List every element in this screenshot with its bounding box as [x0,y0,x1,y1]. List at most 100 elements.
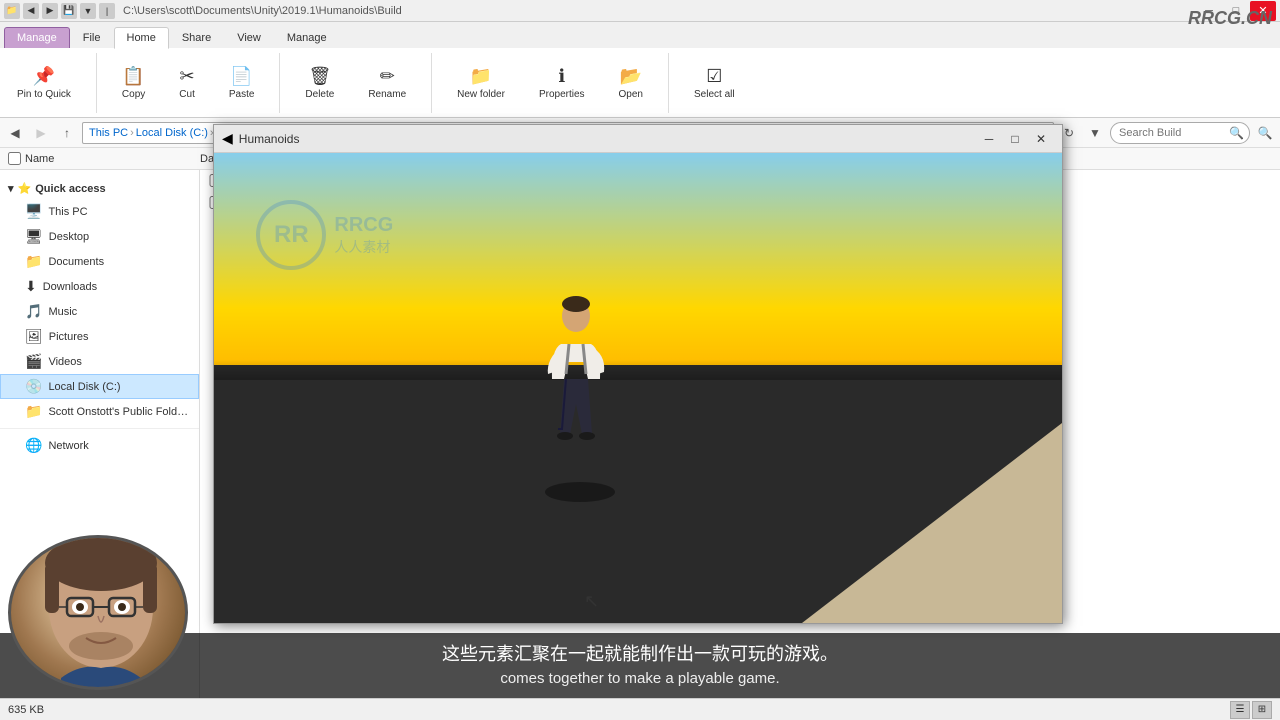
thispc-label: This PC [48,206,87,218]
window-icon: 📁 [4,3,20,19]
select-icon: ☑ [706,66,722,87]
sidebar-item-desktop[interactable]: 🖥 Desktop [0,224,199,249]
refresh-dropdown[interactable]: ▼ [1084,122,1106,144]
search-btn[interactable]: 🔍 [1254,122,1276,144]
game-close-button[interactable]: ✕ [1028,129,1054,149]
music-icon: 🎵 [25,303,42,320]
watermark: RR RRCG 人人素材 [256,200,393,270]
ribbon-copy-btn[interactable]: 📋 Copy [113,61,154,105]
localdisk-icon: 💿 [25,378,42,395]
ribbon-pin-btn[interactable]: 📌 Pin to Quick [8,61,80,105]
videos-label: Videos [48,356,81,368]
scott-public-label: Scott Onstott's Public Folder (... [48,406,188,418]
watermark-rrcg: RRCG [334,214,393,237]
webcam-overlay [8,535,188,690]
pictures-label: Pictures [49,331,89,343]
quick-access-header[interactable]: ▾ ⭐ Quick access [0,178,199,199]
subtitle-en: comes together to make a playable game. [20,668,1260,691]
subtitle-bar: 这些元素汇聚在一起就能制作出一款可玩的游戏。 comes together to… [0,633,1280,699]
newfolder-label: New folder [457,89,505,100]
documents-icon: 📁 [25,253,42,270]
detail-view-btn[interactable]: ⊞ [1252,701,1272,719]
pictures-icon: 🖼 [25,328,43,345]
videos-icon: 🎬 [25,353,42,370]
copy-icon: 📋 [122,66,144,87]
pin-label: Pin to Quick [17,89,71,100]
back-button[interactable]: ◀ [4,122,26,144]
ribbon-newfolder-btn[interactable]: 📁 New folder [448,61,514,105]
sidebar-item-pictures[interactable]: 🖼 Pictures [0,324,199,349]
ribbon-sep-1 [96,53,97,113]
ribbon-cut-btn[interactable]: ✂ Cut [170,61,204,105]
game-title-text: Humanoids [239,132,976,146]
tab-view[interactable]: View [224,27,274,48]
collapse-icon: ▾ [8,182,14,195]
game-canvas: RR RRCG 人人素材 ↖ [214,153,1062,623]
properties-icon: ℹ [558,66,565,87]
sidebar-divider [0,428,199,429]
ribbon-select-btn[interactable]: ☑ Select all [685,61,744,105]
tab-manage[interactable]: Manage [274,27,340,48]
rename-icon: ✏ [380,66,395,87]
fwd-icon-sm[interactable]: ▶ [42,3,58,19]
ribbon-delete-btn[interactable]: 🗑 Delete [296,61,343,105]
sidebar-item-network[interactable]: 🌐 Network [0,433,199,458]
sidebar-item-videos[interactable]: 🎬 Videos [0,349,199,374]
subtitle-zh: 这些元素汇聚在一起就能制作出一款可玩的游戏。 [20,641,1260,668]
delete-label: Delete [305,89,334,100]
ribbon-sep-2 [279,53,280,113]
horizon-shadow [214,360,1062,380]
sidebar-item-localdisk[interactable]: 💿 Local Disk (C:) [0,374,199,399]
thispc-icon: 🖥️ [25,203,42,220]
search-icon: 🔍 [1229,126,1244,140]
star-icon: ⭐ [18,182,32,195]
open-icon: 📂 [620,66,642,87]
game-title-bar[interactable]: ◀ Humanoids ─ □ ✕ [214,125,1062,153]
sidebar-item-thispc[interactable]: 🖥️ This PC [0,199,199,224]
bc-thispc[interactable]: This PC [89,127,128,139]
status-bar: 635 KB ☰ ⊞ [0,698,1280,720]
divider-sm: | [99,3,115,19]
status-text: 635 KB [8,704,44,716]
tab-home[interactable]: Home [114,27,169,49]
tab-file[interactable]: File [70,27,114,48]
quick-access-section: ▾ ⭐ Quick access [0,178,199,199]
forward-button[interactable]: ▶ [30,122,52,144]
ribbon-rename-btn[interactable]: ✏ Rename [359,61,415,105]
properties-label: Properties [539,89,585,100]
ribbon-properties-btn[interactable]: ℹ Properties [530,61,594,105]
bc-localdisk[interactable]: Local Disk (C:) [136,127,208,139]
paste-label: Paste [229,89,255,100]
view-toggles: ☰ ⊞ [1230,701,1272,719]
select-all-checkbox[interactable] [8,152,21,165]
game-maximize-button[interactable]: □ [1002,129,1028,149]
titlebar-path: C:\Users\scott\Documents\Unity\2019.1\Hu… [115,5,1196,17]
back-icon-sm[interactable]: ◀ [23,3,39,19]
game-minimize-button[interactable]: ─ [976,129,1002,149]
game-title-icon: ◀ [222,130,233,147]
tab-share[interactable]: Share [169,27,224,48]
name-header[interactable]: Name [25,153,54,165]
downloads-label: Downloads [43,281,97,293]
tab-application-tools[interactable]: Manage [4,27,70,48]
sidebar-item-scott-public[interactable]: 📁 Scott Onstott's Public Folder (... [0,399,199,424]
localdisk-label: Local Disk (C:) [48,381,120,393]
sidebar-item-downloads[interactable]: ⬇ Downloads [0,274,199,299]
paste-icon: 📄 [230,66,252,87]
scott-public-icon: 📁 [25,403,42,420]
ribbon-sep-3 [431,53,432,113]
title-bar: 📁 ◀ ▶ 💾 ▼ | C:\Users\scott\Documents\Uni… [0,0,1280,22]
delete-icon: 🗑 [308,66,331,87]
check-header[interactable]: Name [0,152,200,165]
save-icon-sm[interactable]: 💾 [61,3,77,19]
up-button[interactable]: ↑ [56,122,78,144]
ribbon-open-btn[interactable]: 📂 Open [610,61,652,105]
sidebar-item-documents[interactable]: 📁 Documents [0,249,199,274]
search-area[interactable]: 🔍 [1110,122,1250,144]
sidebar-item-music[interactable]: 🎵 Music [0,299,199,324]
list-view-btn[interactable]: ☰ [1230,701,1250,719]
ribbon-paste-btn[interactable]: 📄 Paste [220,61,264,105]
cut-icon: ✂ [180,66,195,87]
dropdown-sm[interactable]: ▼ [80,3,96,19]
documents-label: Documents [48,256,104,268]
